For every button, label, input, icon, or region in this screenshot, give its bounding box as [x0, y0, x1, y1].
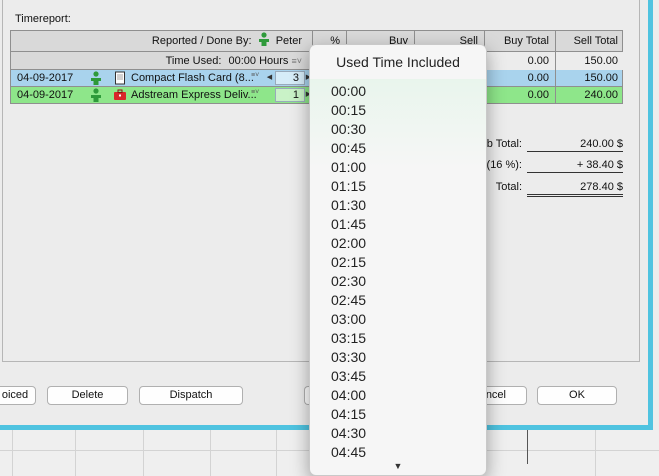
- time-option[interactable]: 03:15: [310, 329, 486, 348]
- subtotal-value: 240.00 $: [527, 138, 623, 152]
- row-sell-total: 150.00: [555, 70, 624, 86]
- time-used-label: Time Used:: [165, 55, 222, 67]
- time-option[interactable]: 03:30: [310, 348, 486, 367]
- delete-button[interactable]: Delete: [47, 386, 128, 405]
- tax-value: + 38.40 $: [527, 159, 623, 173]
- qty-decrease-icon[interactable]: ◀: [265, 71, 274, 85]
- person-icon: [258, 32, 269, 46]
- scroll-down-arrow-icon[interactable]: ▼: [310, 461, 486, 471]
- popup-title: Used Time Included: [336, 54, 460, 70]
- row-sell-total: 240.00: [555, 87, 624, 103]
- time-used-value[interactable]: 00:00 Hours: [228, 55, 288, 67]
- time-option[interactable]: 03:00: [310, 310, 486, 329]
- time-option[interactable]: 01:30: [310, 196, 486, 215]
- time-option[interactable]: 04:30: [310, 424, 486, 443]
- row-description: Compact Flash Card (8...: [131, 72, 254, 84]
- timereport-label: Timereport:: [15, 13, 71, 25]
- reported-by-cell: Reported / Done By: Peter: [11, 31, 312, 51]
- time-option[interactable]: 01:00: [310, 158, 486, 177]
- ok-button[interactable]: OK: [537, 386, 617, 405]
- time-option[interactable]: 02:45: [310, 291, 486, 310]
- invoiced-button[interactable]: oiced: [0, 386, 36, 405]
- row-buy-total: 0.00: [527, 89, 549, 101]
- time-option[interactable]: 04:15: [310, 405, 486, 424]
- row-date: 04-09-2017: [17, 89, 74, 101]
- time-option[interactable]: 00:30: [310, 120, 486, 139]
- used-time-dropdown-menu[interactable]: Used Time Included 00:00 00:15 00:30 00:45 0…: [309, 44, 487, 476]
- qty-field[interactable]: 1: [275, 88, 305, 102]
- reported-by-user: Peter: [275, 35, 302, 47]
- time-option[interactable]: 02:30: [310, 272, 486, 291]
- row-description: Adstream Express Deliv...: [131, 89, 257, 101]
- dispatch-button[interactable]: Dispatch: [139, 386, 243, 405]
- col-sell-total: Sell Total: [555, 31, 624, 51]
- header-sell-total-value: 150.00: [555, 52, 624, 71]
- row-buy-total: 0.00: [527, 72, 549, 84]
- total-value: 278.40 $: [527, 181, 623, 197]
- col-buy-total: Buy Total: [484, 31, 555, 51]
- document-icon: [115, 71, 125, 85]
- person-icon: [91, 71, 101, 85]
- dropdown-handle-icon[interactable]: ≡˅: [291, 56, 302, 66]
- time-option[interactable]: 03:45: [310, 367, 486, 386]
- time-option[interactable]: 04:00: [310, 386, 486, 405]
- notes-icon[interactable]: ≡˅: [251, 85, 259, 101]
- time-option[interactable]: 00:00: [310, 82, 486, 101]
- qty-field[interactable]: 3: [275, 71, 305, 85]
- time-used-cell[interactable]: Time Used: 00:00 Hours ≡˅: [11, 52, 312, 71]
- time-option[interactable]: 02:15: [310, 253, 486, 272]
- reported-by-label: Reported / Done By:: [151, 35, 252, 47]
- time-option[interactable]: 04:45: [310, 443, 486, 462]
- time-option[interactable]: 01:15: [310, 177, 486, 196]
- toolbox-icon: [114, 89, 126, 100]
- time-option[interactable]: 00:15: [310, 101, 486, 120]
- time-option[interactable]: 01:45: [310, 215, 486, 234]
- person-icon: [91, 88, 101, 102]
- time-option[interactable]: 02:00: [310, 234, 486, 253]
- row-date: 04-09-2017: [17, 72, 74, 84]
- time-options-list: 00:00 00:15 00:30 00:45 01:00 01:15 01:30 01:45…: [310, 82, 486, 462]
- notes-icon[interactable]: ≡˅: [251, 68, 259, 84]
- header-buy-total-value: 0.00: [484, 52, 555, 71]
- time-option[interactable]: 00:45: [310, 139, 486, 158]
